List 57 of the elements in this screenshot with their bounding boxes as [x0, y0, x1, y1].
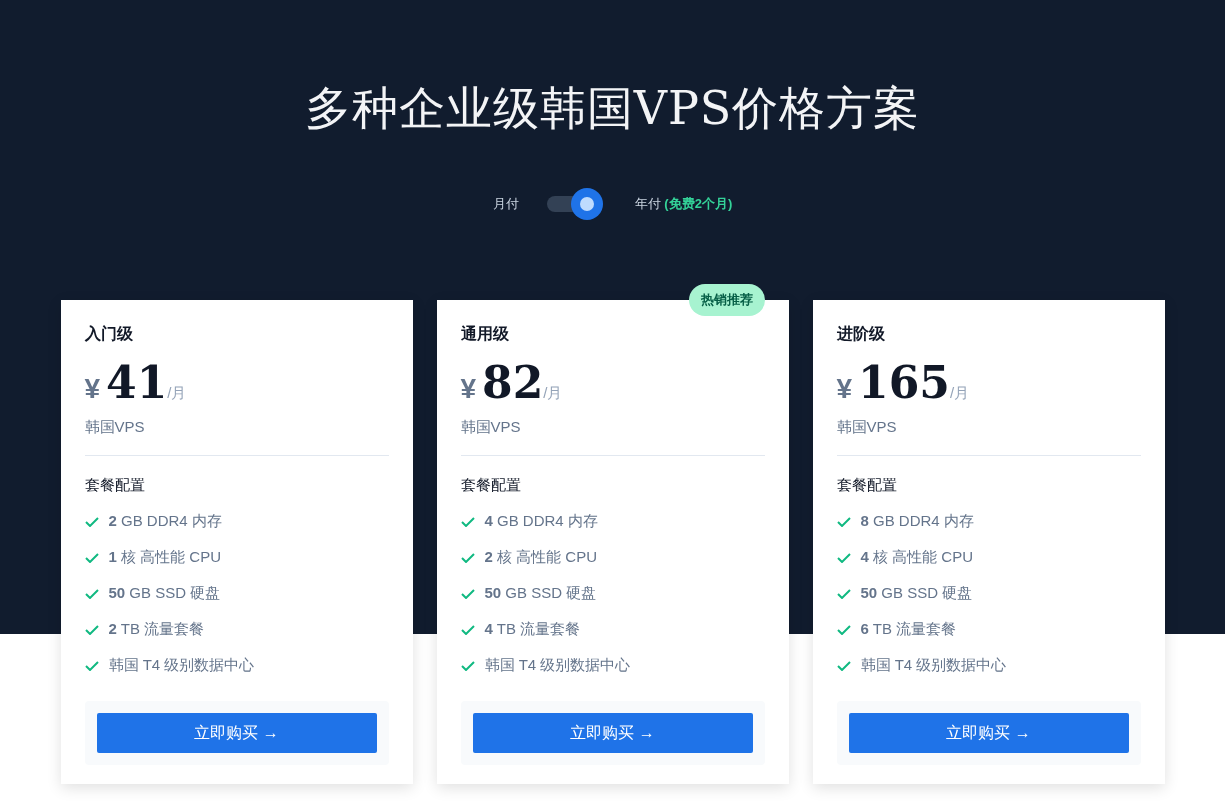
price-period: /月	[543, 384, 563, 403]
check-icon	[460, 588, 475, 599]
buy-button[interactable]: 立即购买 →	[472, 713, 753, 753]
plan-price: 41	[106, 357, 168, 408]
plan-price: 82	[482, 357, 544, 408]
feature-text: 2 GB DDR4 内存	[108, 512, 222, 531]
feature-text: 50 GB SSD 硬盘	[860, 584, 973, 603]
price-period: /月	[949, 384, 970, 403]
monthly-label: 月付	[492, 195, 519, 213]
feature-text: 2 核 高性能 CPU	[484, 548, 598, 567]
feature-text: 50 GB SSD 硬盘	[108, 584, 221, 603]
feature-text: 韩国 T4 级别数据中心	[108, 656, 255, 675]
buy-button[interactable]: 立即购买 →	[848, 713, 1129, 753]
feature-text: 4 核 高性能 CPU	[860, 548, 974, 567]
check-icon	[84, 516, 99, 527]
plan-name: 入门级	[84, 324, 134, 344]
product-name: 韩国VPS	[836, 418, 1141, 456]
feature-text: 4 TB 流量套餐	[484, 620, 581, 639]
config-heading: 套餐配置	[836, 476, 898, 495]
check-icon	[836, 624, 851, 635]
page-title: 多种企业级韩国VPS价格方案	[304, 80, 921, 137]
currency-symbol: ¥	[84, 373, 101, 405]
popular-badge: 热销推荐	[688, 284, 765, 316]
product-name: 韩国VPS	[84, 418, 389, 456]
toggle-knob[interactable]	[570, 188, 603, 220]
check-icon	[84, 552, 99, 563]
buy-button[interactable]: 立即购买 →	[96, 713, 377, 753]
currency-symbol: ¥	[460, 373, 477, 405]
plan-name: 通用级	[460, 324, 510, 344]
check-icon	[836, 660, 851, 671]
check-icon	[460, 624, 475, 635]
check-icon	[84, 624, 99, 635]
feature-text: 2 TB 流量套餐	[108, 620, 205, 639]
config-heading: 套餐配置	[84, 476, 146, 495]
check-icon	[836, 552, 851, 563]
feature-text: 6 TB 流量套餐	[860, 620, 957, 639]
currency-symbol: ¥	[836, 373, 853, 405]
check-icon	[460, 660, 475, 671]
check-icon	[84, 660, 99, 671]
config-heading: 套餐配置	[460, 476, 522, 495]
check-icon	[836, 516, 851, 527]
check-icon	[836, 588, 851, 599]
feature-text: 50 GB SSD 硬盘	[484, 584, 597, 603]
check-icon	[460, 516, 475, 527]
feature-text: 韩国 T4 级别数据中心	[860, 656, 1007, 675]
feature-text: 韩国 T4 级别数据中心	[484, 656, 631, 675]
annual-label: 年付	[634, 196, 661, 211]
check-icon	[84, 588, 99, 599]
feature-text: 4 GB DDR4 内存	[484, 512, 598, 531]
feature-text: 1 核 高性能 CPU	[108, 548, 222, 567]
product-name: 韩国VPS	[460, 418, 765, 456]
feature-text: 8 GB DDR4 内存	[860, 512, 974, 531]
plan-price: 165	[858, 357, 950, 408]
plan-name: 进阶级	[836, 324, 886, 344]
check-icon	[460, 552, 475, 563]
price-period: /月	[167, 384, 187, 403]
annual-discount-note: (免费2个月)	[664, 196, 733, 211]
